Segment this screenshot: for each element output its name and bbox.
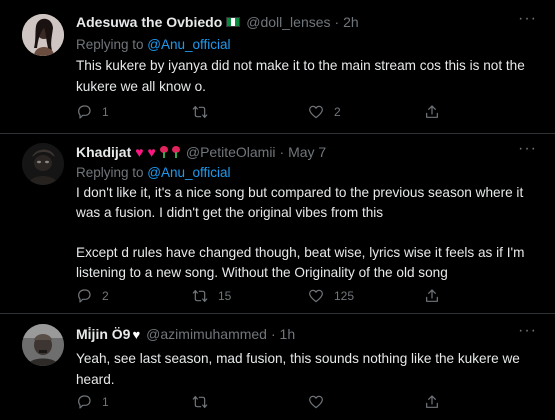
white-heart-emoji: ♥ xyxy=(132,326,141,342)
reply-icon xyxy=(78,105,91,119)
mention-link[interactable]: @Anu_official xyxy=(147,37,230,52)
reply-count: 2 xyxy=(102,289,109,303)
handle[interactable]: @azimimuhammed xyxy=(146,326,267,342)
heart-icon xyxy=(309,289,323,303)
like-button[interactable]: 2 xyxy=(308,104,341,120)
tweet-paragraph: I don't like it, it's a nice song but co… xyxy=(76,185,524,220)
handle[interactable]: @doll_lenses xyxy=(246,14,330,30)
share-icon xyxy=(426,289,438,302)
reply-icon xyxy=(78,289,91,303)
mention-link[interactable]: @Anu_official xyxy=(147,165,230,180)
share-icon xyxy=(426,395,438,408)
tweet-text: Yeah, see last season, mad fusion, this … xyxy=(76,348,541,390)
rose-emoji xyxy=(159,146,168,158)
reply-count: 1 xyxy=(102,395,109,409)
like-button[interactable]: 125 xyxy=(308,288,354,304)
reply-button[interactable]: 1 xyxy=(76,104,109,120)
tweet-paragraph: Except d rules have changed though, beat… xyxy=(76,245,525,280)
retweet-count: 15 xyxy=(218,289,232,303)
reply-button[interactable]: 2 xyxy=(76,288,109,304)
timestamp[interactable]: · 1h xyxy=(271,326,295,342)
heart-icon xyxy=(309,395,323,409)
reply-icon xyxy=(78,395,91,409)
timestamp[interactable]: · 2h xyxy=(335,14,359,30)
rose-emoji xyxy=(171,146,180,158)
more-options-icon[interactable]: ··· xyxy=(518,140,537,158)
tweet-header: Khadijat ♥ ♥ @PetiteOlamii · May 7 xyxy=(76,144,326,160)
tweet-actions: 1 xyxy=(72,394,472,414)
tweet-actions: 2 15 125 xyxy=(72,288,472,308)
share-button[interactable] xyxy=(424,104,440,120)
display-name[interactable]: Khadijat xyxy=(76,144,131,160)
timestamp[interactable]: · May 7 xyxy=(280,144,327,160)
like-button[interactable] xyxy=(308,394,334,410)
replying-to: Replying to @Anu_official xyxy=(76,165,231,180)
replying-to: Replying to @Anu_official xyxy=(76,37,231,52)
retweet-button[interactable]: 15 xyxy=(192,288,231,304)
tweet[interactable]: Adesuwa the Ovbiedo @doll_lenses · 2h ··… xyxy=(0,0,555,134)
like-count: 125 xyxy=(334,289,355,303)
tweet[interactable]: Mi̇jin Ö9 ♥ @azimimuhammed · 1h ··· Yeah… xyxy=(0,314,555,420)
avatar[interactable] xyxy=(22,14,64,56)
heart-emoji: ♥ xyxy=(135,144,144,160)
heart-emoji: ♥ xyxy=(147,144,156,160)
tweet[interactable]: Khadijat ♥ ♥ @PetiteOlamii · May 7 ··· R… xyxy=(0,134,555,314)
tweet-header: Adesuwa the Ovbiedo @doll_lenses · 2h xyxy=(76,14,359,30)
tweet-text: I don't like it, it's a nice song but co… xyxy=(76,183,546,283)
replying-prefix: Replying to xyxy=(76,165,148,180)
more-options-icon[interactable]: ··· xyxy=(518,10,537,28)
tweet-actions: 1 2 xyxy=(72,104,472,124)
retweet-button[interactable] xyxy=(192,104,218,120)
reply-count: 1 xyxy=(102,105,109,119)
handle[interactable]: @PetiteOlamii xyxy=(186,144,276,160)
tweet-paragraph: This kukere by iyanya did not make it to… xyxy=(76,58,525,94)
display-name[interactable]: Mi̇jin Ö9 xyxy=(76,326,130,342)
retweet-icon xyxy=(192,106,208,118)
heart-icon xyxy=(309,105,323,119)
retweet-button[interactable] xyxy=(192,394,218,410)
avatar[interactable] xyxy=(22,324,64,366)
avatar[interactable] xyxy=(22,143,64,185)
share-button[interactable] xyxy=(424,288,440,304)
tweet-header: Mi̇jin Ö9 ♥ @azimimuhammed · 1h xyxy=(76,326,295,342)
display-name[interactable]: Adesuwa the Ovbiedo xyxy=(76,14,222,30)
tweet-paragraph: Yeah, see last season, mad fusion, this … xyxy=(76,351,520,387)
more-options-icon[interactable]: ··· xyxy=(518,322,537,340)
share-icon xyxy=(426,105,438,118)
tweet-text: This kukere by iyanya did not make it to… xyxy=(76,55,541,97)
retweet-icon xyxy=(192,396,208,408)
replying-prefix: Replying to xyxy=(76,37,148,52)
like-count: 2 xyxy=(334,105,341,119)
share-button[interactable] xyxy=(424,394,440,410)
nigeria-flag-icon xyxy=(226,17,241,27)
reply-button[interactable]: 1 xyxy=(76,394,109,410)
retweet-icon xyxy=(192,290,208,302)
